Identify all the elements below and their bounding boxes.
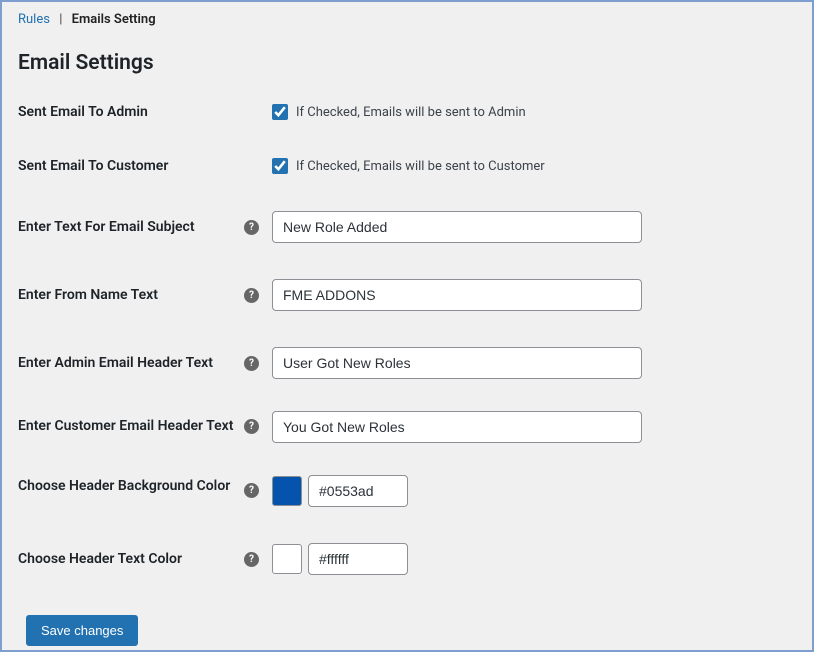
page-title: Email Settings: [2, 33, 812, 85]
row-from-name: Enter From Name Text ?: [18, 261, 796, 329]
help-icon[interactable]: ?: [244, 288, 259, 303]
label-from-name: Enter From Name Text: [18, 286, 244, 304]
input-header-bg-color[interactable]: [308, 475, 408, 507]
row-header-bg-color: Choose Header Background Color ?: [18, 461, 796, 525]
row-email-subject: Enter Text For Email Subject ?: [18, 193, 796, 261]
swatch-header-bg[interactable]: [272, 476, 302, 506]
label-header-text-color: Choose Header Text Color: [18, 550, 244, 568]
row-sent-email-admin: Sent Email To Admin If Checked, Emails w…: [18, 85, 796, 139]
help-icon[interactable]: ?: [244, 552, 259, 567]
desc-sent-email-admin: If Checked, Emails will be sent to Admin: [296, 105, 526, 120]
row-header-text-color: Choose Header Text Color ?: [18, 525, 796, 593]
email-settings-panel: Rules | Emails Setting Email Settings Se…: [0, 0, 814, 652]
help-icon[interactable]: ?: [244, 483, 259, 498]
checkbox-sent-email-admin[interactable]: [272, 104, 288, 120]
help-icon[interactable]: ?: [244, 356, 259, 371]
tab-emails-setting[interactable]: Emails Setting: [72, 12, 156, 27]
row-customer-header: Enter Customer Email Header Text ?: [18, 397, 796, 461]
input-customer-header[interactable]: [272, 411, 642, 443]
input-from-name[interactable]: [272, 279, 642, 311]
checkbox-sent-email-customer[interactable]: [272, 158, 288, 174]
label-admin-header: Enter Admin Email Header Text: [18, 354, 244, 372]
input-email-subject[interactable]: [272, 211, 642, 243]
tab-rules[interactable]: Rules: [18, 12, 50, 27]
label-sent-email-customer: Sent Email To Customer: [18, 157, 244, 175]
help-icon[interactable]: ?: [244, 419, 259, 434]
save-button[interactable]: Save changes: [26, 615, 138, 646]
help-icon[interactable]: ?: [244, 220, 259, 235]
label-customer-header: Enter Customer Email Header Text: [18, 411, 244, 435]
save-row: Save changes: [2, 593, 812, 668]
row-admin-header: Enter Admin Email Header Text ?: [18, 329, 796, 397]
desc-sent-email-customer: If Checked, Emails will be sent to Custo…: [296, 159, 545, 174]
input-header-text-color[interactable]: [308, 543, 408, 575]
swatch-header-text[interactable]: [272, 544, 302, 574]
row-sent-email-customer: Sent Email To Customer If Checked, Email…: [18, 139, 796, 193]
input-admin-header[interactable]: [272, 347, 642, 379]
tab-separator: |: [59, 12, 62, 27]
label-email-subject: Enter Text For Email Subject: [18, 218, 244, 236]
tab-nav: Rules | Emails Setting: [2, 2, 812, 33]
settings-form: Sent Email To Admin If Checked, Emails w…: [2, 85, 812, 593]
label-header-bg-color: Choose Header Background Color: [18, 475, 244, 495]
label-sent-email-admin: Sent Email To Admin: [18, 103, 244, 121]
